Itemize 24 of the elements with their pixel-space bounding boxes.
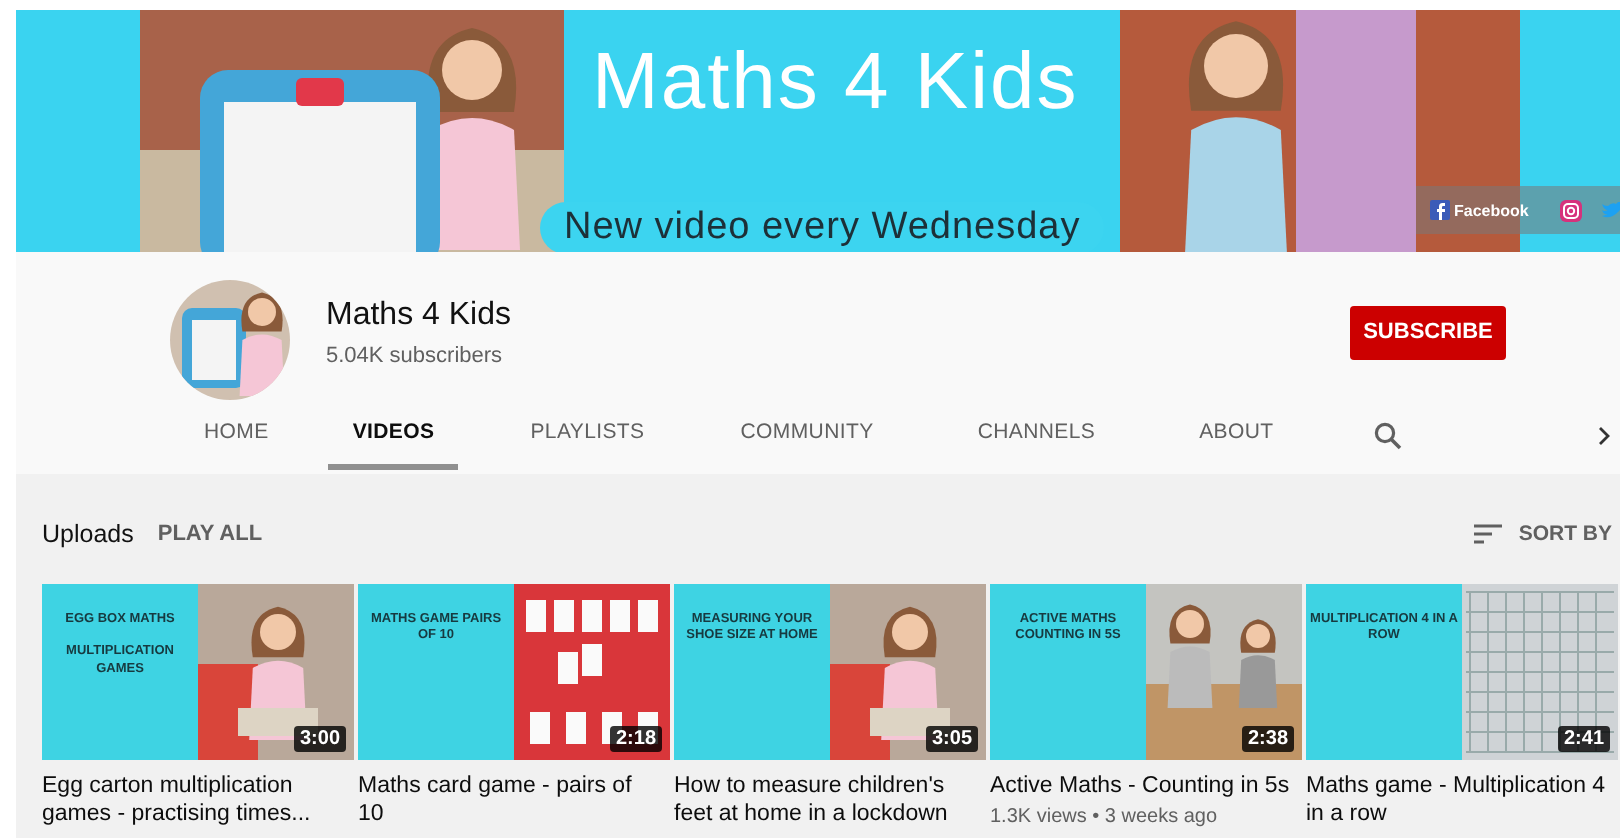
channel-tab[interactable]: HOME [180, 400, 293, 470]
channel-tab[interactable]: COMMUNITY [716, 400, 898, 470]
subscriber-count: 5.04K subscribers [326, 343, 505, 367]
banner-title: Maths 4 Kids [592, 38, 1079, 128]
channel-name: Maths 4 Kids [326, 297, 513, 333]
video-meta: 1.3K views • 3 weeks ago [990, 806, 1220, 828]
video-title[interactable]: Maths card game - pairs of 10 [358, 772, 662, 828]
video-duration: 3:05 [925, 726, 978, 752]
channel-tab[interactable]: PLAYLISTS [506, 400, 669, 470]
video-title[interactable]: How to measure children's feet at home in a lockdown [674, 772, 978, 828]
subscribe-button[interactable]: SUBSCRIBE [1350, 305, 1506, 359]
facebook-link[interactable]: Facebook [1430, 200, 1529, 220]
video-title[interactable]: Egg carton multiplication games - practising times... [42, 772, 346, 828]
channel-tab[interactable]: CHANNELS [953, 400, 1120, 470]
video-duration: 2:38 [1241, 726, 1294, 752]
section-title: Uploads [42, 520, 134, 548]
video-title[interactable]: Maths game - Multiplication 4 in a row [1306, 772, 1610, 828]
sort-button[interactable]: SORT BY [1474, 522, 1612, 546]
play-all-button[interactable]: PLAY ALL [145, 520, 275, 548]
video-duration: 2:41 [1557, 726, 1610, 752]
video-duration: 3:00 [293, 726, 346, 752]
video-title[interactable]: Active Maths - Counting in 5s [990, 772, 1294, 800]
channel-tab[interactable]: ABOUT [1175, 400, 1298, 470]
video-duration: 2:18 [609, 726, 662, 752]
